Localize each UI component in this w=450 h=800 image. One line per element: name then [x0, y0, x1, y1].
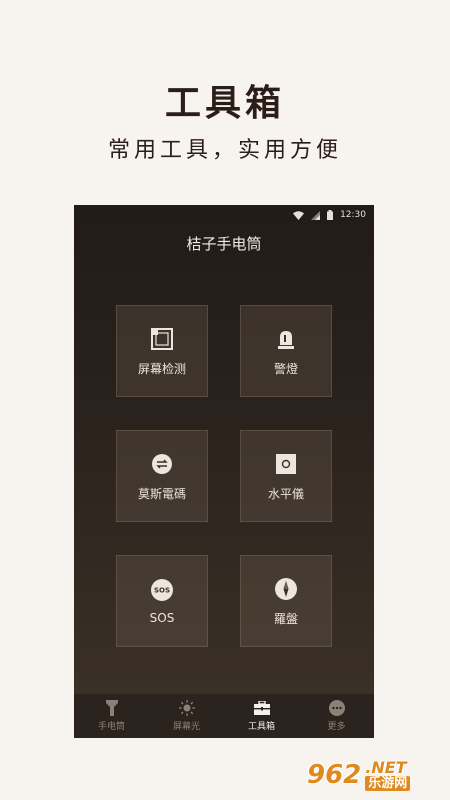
- alarm-light-icon: [273, 326, 299, 352]
- tab-label: 更多: [327, 722, 346, 732]
- tab-label: 手电筒: [97, 722, 125, 732]
- tool-morse-code[interactable]: 莫斯電碼: [116, 430, 208, 522]
- more-icon: [328, 700, 345, 716]
- watermark-suffix: .NET: [365, 757, 407, 777]
- screen-frame-icon: [149, 326, 175, 352]
- site-watermark: 962 .NET 乐游网: [307, 756, 442, 794]
- sos-icon: SOS: [149, 577, 175, 603]
- promo-title: 工具箱: [164, 83, 285, 124]
- tool-screen-test[interactable]: 屏幕检测: [116, 305, 208, 397]
- tab-flashlight[interactable]: 手电筒: [74, 694, 149, 738]
- tab-label: 屏幕光: [172, 722, 200, 732]
- tab-screen-light[interactable]: 屏幕光: [149, 694, 224, 738]
- watermark-logo: 962: [307, 760, 362, 790]
- tab-toolbox[interactable]: 工具箱: [224, 694, 299, 738]
- level-icon: [273, 451, 299, 477]
- morse-swap-icon: [149, 451, 175, 477]
- status-time: 12:30: [340, 210, 366, 220]
- app-title: 桔子手电筒: [186, 235, 262, 253]
- battery-icon: [327, 210, 334, 220]
- bottom-tab-bar: 手电筒 屏幕光 工具箱 更多: [74, 694, 374, 738]
- tool-label: 羅盤: [273, 611, 298, 626]
- tool-sos[interactable]: SOS SOS: [116, 555, 208, 647]
- tab-more[interactable]: 更多: [299, 694, 374, 738]
- watermark-site: 乐游网: [365, 775, 411, 791]
- sos-icon-text: SOS: [154, 587, 170, 595]
- tool-label: 警燈: [273, 361, 298, 376]
- tool-level[interactable]: 水平儀: [240, 430, 332, 522]
- tool-label: 莫斯電碼: [137, 486, 186, 501]
- tool-label: 屏幕检测: [137, 361, 186, 376]
- wifi-icon: [293, 210, 305, 220]
- tool-label: 水平儀: [267, 486, 304, 501]
- signal-icon: [311, 210, 321, 220]
- tab-label: 工具箱: [247, 722, 275, 732]
- status-bar: 12:30: [74, 205, 374, 225]
- tool-label: SOS: [149, 611, 175, 625]
- compass-icon: [273, 576, 299, 602]
- toolbox-icon: [253, 700, 270, 716]
- tool-alarm-light[interactable]: 警燈: [240, 305, 332, 397]
- tool-compass[interactable]: 羅盤: [240, 555, 332, 647]
- promo-subtitle: 常用工具，实用方便: [107, 138, 342, 163]
- sun-icon: [178, 700, 195, 716]
- phone-screen: 12:30 桔子手电筒 屏幕检测 警燈 莫斯電碼 水平儀 SOS SOS 羅盤 …: [74, 205, 374, 738]
- flashlight-icon: [104, 700, 120, 716]
